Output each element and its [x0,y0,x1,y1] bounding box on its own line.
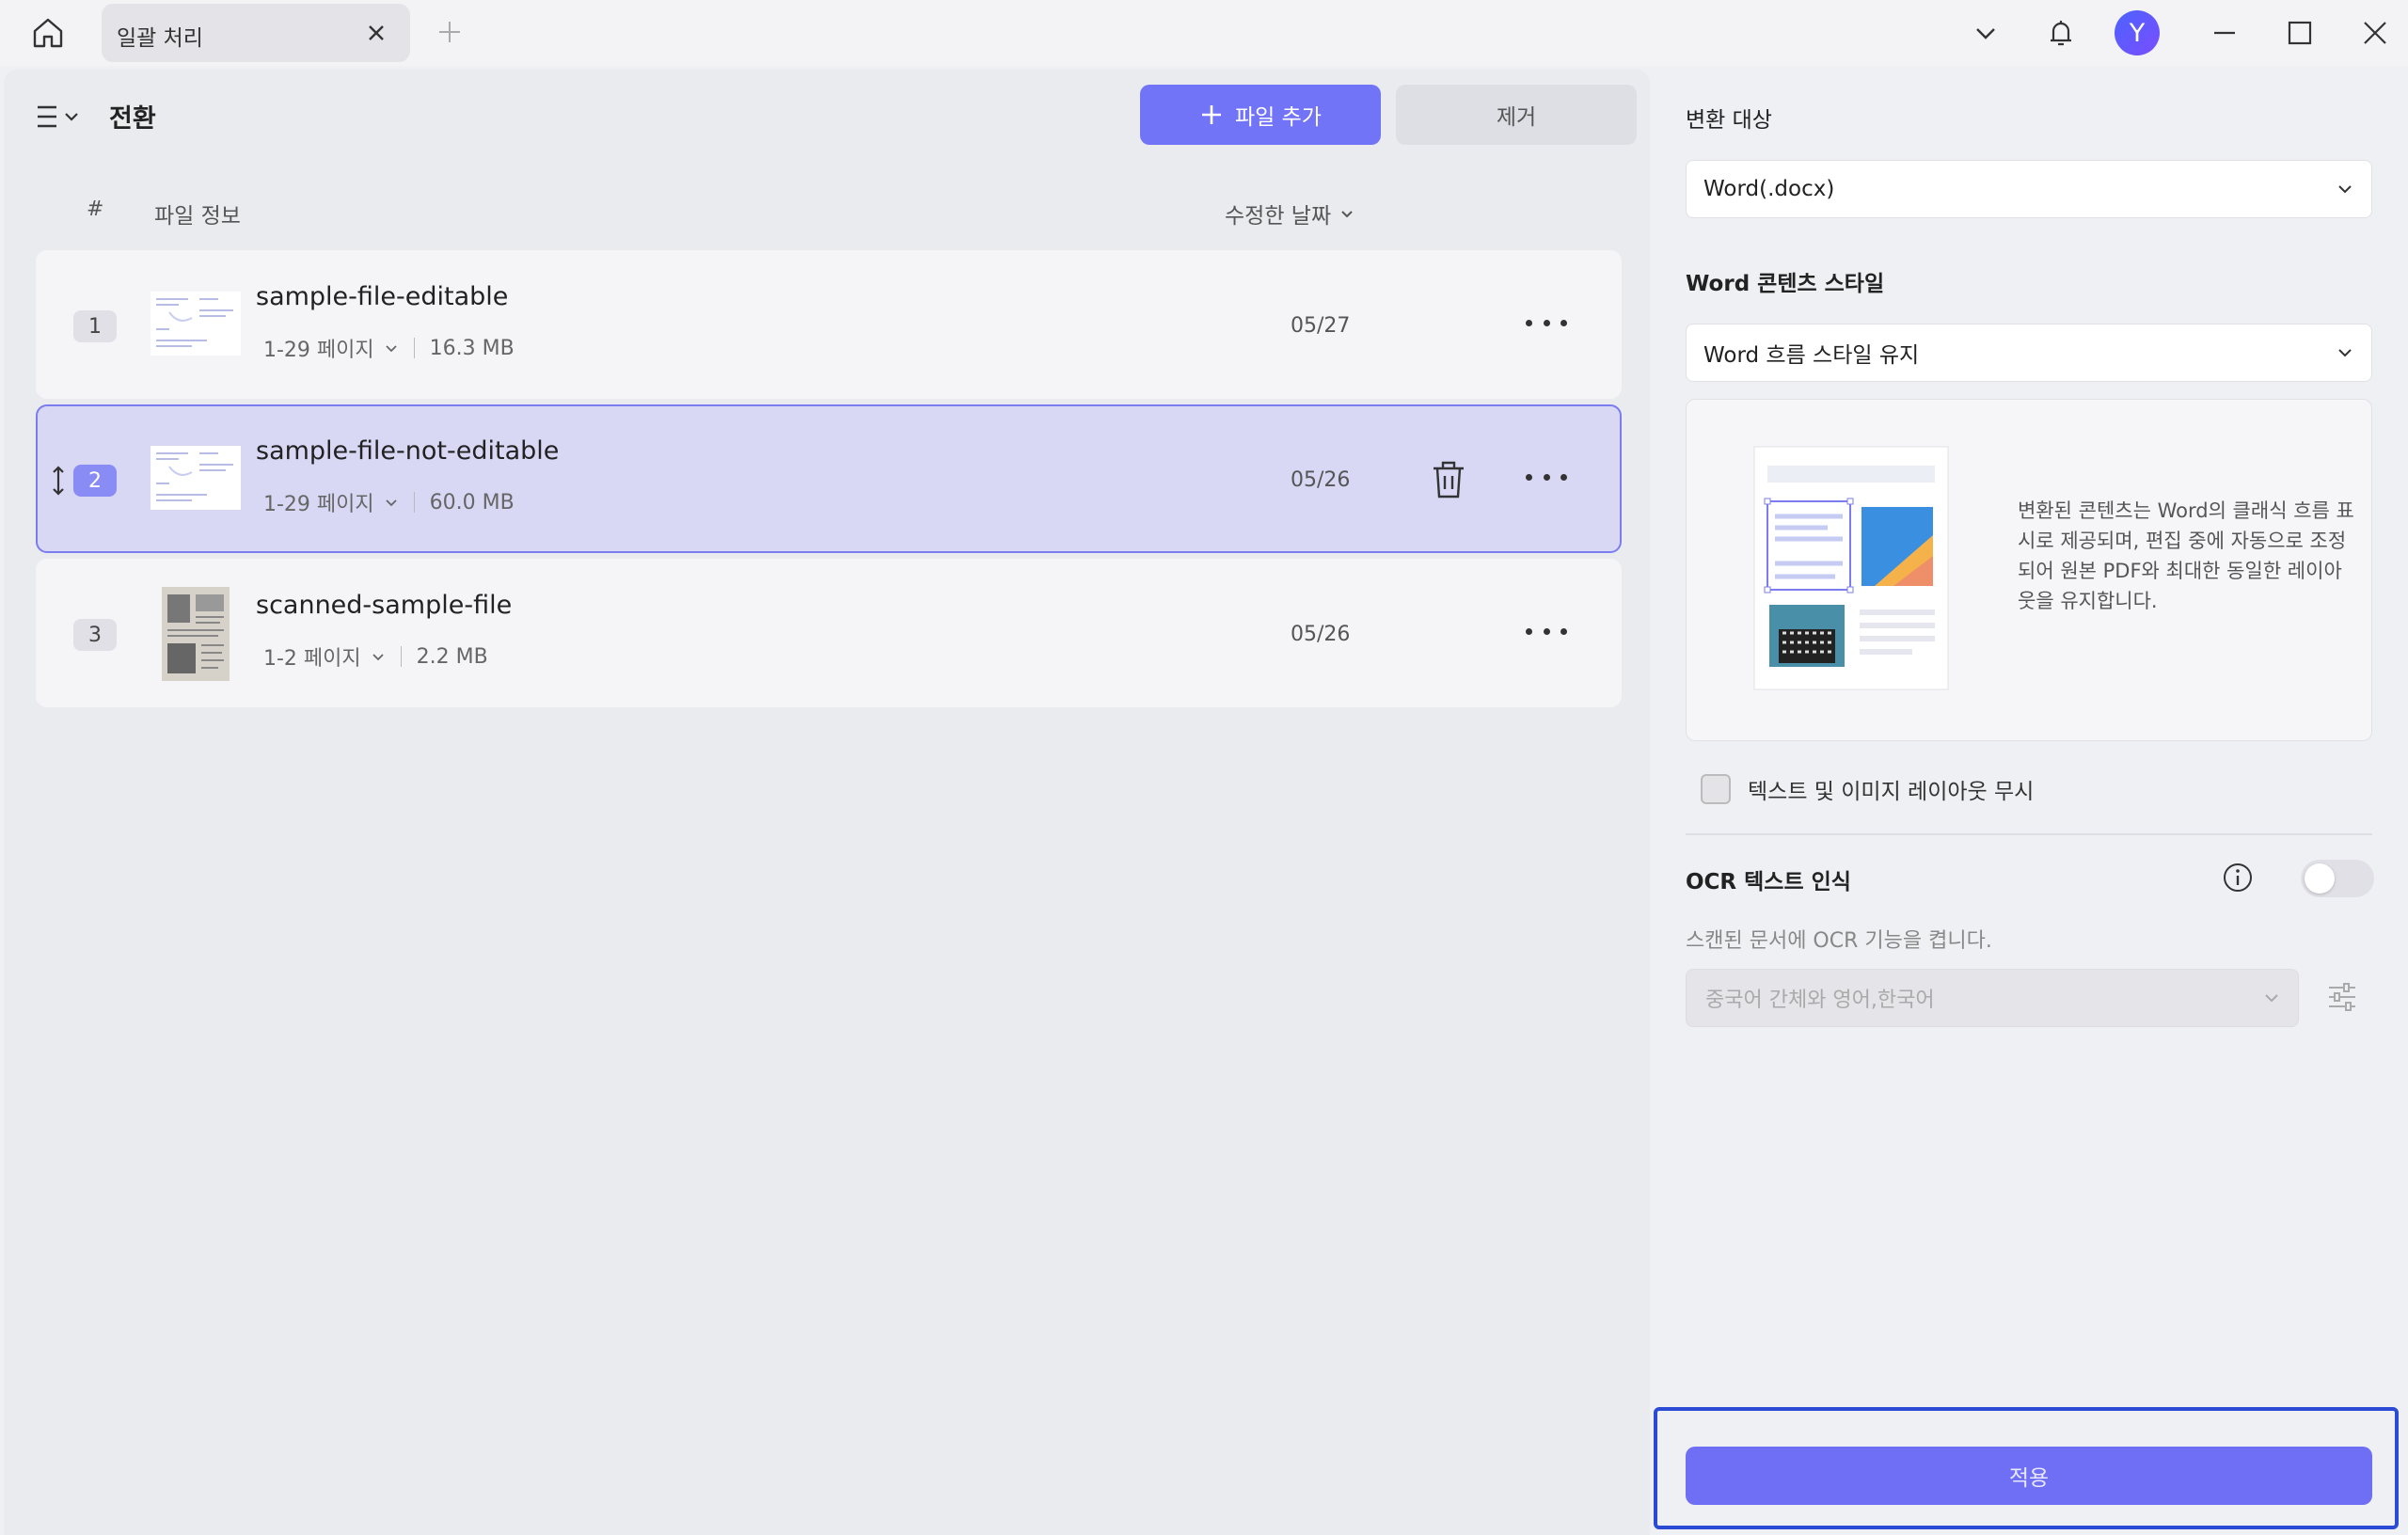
column-number: # [87,198,104,221]
document-preview-illustration [1753,446,1949,690]
title-bar: 일괄 처리 Y [0,0,2408,66]
target-format-select[interactable]: Word(.docx) [1686,160,2372,218]
home-icon[interactable] [24,9,71,56]
column-file-info: 파일 정보 [154,204,241,229]
ignore-layout-option[interactable]: 텍스트 및 이미지 레이아웃 무시 [1701,773,2034,805]
ocr-settings-icon[interactable] [2323,978,2361,1016]
chevron-down-icon [2338,185,2352,194]
chevron-down-icon [1341,211,1353,218]
word-style-value: Word 흐름 스타일 유지 [1703,343,1920,368]
apply-button[interactable]: 적용 [1686,1447,2372,1505]
file-name: sample-file-not-editable [256,436,560,466]
file-list-panel: 전환 파일 추가 제거 # 파일 정보 수정한 날짜 1 sample-file… [4,70,1650,1535]
style-preview: 변환된 콘텐츠는 Word의 클래식 흐름 표시로 제공되며, 편집 중에 자동… [1686,399,2372,741]
word-style-label: Word 콘텐츠 스타일 [1686,272,1885,296]
file-size: 60.0 MB [429,490,515,514]
ocr-description: 스캔된 문서에 OCR 기능을 켭니다. [1686,929,1992,953]
trash-icon[interactable] [1428,457,1469,502]
file-thumbnail [150,292,241,356]
separator [413,338,415,358]
ocr-language-value: 중국어 간체와 영어,한국어 [1705,989,1935,1012]
column-modified-date[interactable]: 수정한 날짜 [1225,198,1355,229]
close-icon[interactable] [363,20,389,46]
tab-label: 일괄 처리 [117,26,203,51]
ignore-layout-checkbox[interactable] [1701,774,1731,804]
info-icon[interactable] [2222,862,2254,894]
divider [1686,833,2372,835]
chevron-down-icon[interactable] [371,649,386,664]
menu-toggle[interactable] [34,98,87,135]
ignore-layout-label: 텍스트 및 이미지 레이아웃 무시 [1748,780,2035,804]
file-size: 2.2 MB [416,644,488,669]
settings-panel: 변환 대상 Word(.docx) Word 콘텐츠 스타일 Word 흐름 스… [1654,70,2404,1535]
chevron-down-icon [2265,994,2278,1003]
toggle-knob [2305,863,2335,894]
tab-batch[interactable]: 일괄 처리 [102,4,410,62]
file-date: 05/26 [1291,468,1351,492]
page-range[interactable]: 1-29 페이지 [263,333,374,363]
file-size: 16.3 MB [429,336,515,360]
chevron-down-icon [2338,349,2352,357]
more-options-icon[interactable] [1526,463,1567,491]
remove-button[interactable]: 제거 [1396,85,1637,145]
file-row[interactable]: 3 scanned-sample-file 1-2 페이지 2.2 MB 05/… [36,559,1622,707]
file-meta: 1-29 페이지 16.3 MB [263,333,515,363]
maximize-icon[interactable] [2280,13,2320,53]
target-format-label: 변환 대상 [1686,108,1772,133]
file-row[interactable]: 1 sample-file-editable 1-29 페이지 16.3 MB … [36,250,1622,399]
file-meta: 1-2 페이지 2.2 MB [263,641,488,672]
add-file-button[interactable]: 파일 추가 [1140,85,1381,145]
separator [413,492,415,513]
ocr-toggle[interactable] [2301,860,2374,897]
chevron-down-icon[interactable] [384,495,399,510]
separator [400,646,402,667]
chevron-down-icon[interactable] [384,340,399,356]
column-modified-date-label: 수정한 날짜 [1225,204,1332,229]
file-date: 05/26 [1291,623,1351,646]
avatar[interactable]: Y [2115,10,2160,55]
chevron-down-icon[interactable] [1966,13,2005,53]
bell-icon[interactable] [2041,13,2081,53]
file-date: 05/27 [1291,314,1351,338]
row-number: 2 [73,465,117,497]
add-file-label: 파일 추가 [1235,105,1322,130]
file-thumbnail [150,446,241,510]
row-number: 3 [73,619,117,651]
page-range[interactable]: 1-2 페이지 [263,641,361,672]
more-options-icon[interactable] [1526,309,1567,337]
file-thumbnail-scanned [162,587,230,681]
ocr-label: OCR 텍스트 인식 [1686,870,1851,894]
drag-handle-icon[interactable] [49,465,68,497]
page-range[interactable]: 1-29 페이지 [263,487,374,517]
menu-icon [38,105,78,128]
plus-icon [1202,105,1222,124]
target-format-value: Word(.docx) [1703,177,1835,201]
style-description: 변환된 콘텐츠는 Word의 클래식 흐름 표시로 제공되며, 편집 중에 자동… [2018,499,2354,612]
file-meta: 1-29 페이지 60.0 MB [263,487,515,517]
file-name: sample-file-editable [256,282,509,311]
window-close-icon[interactable] [2355,13,2395,53]
ocr-language-select[interactable]: 중국어 간체와 영어,한국어 [1686,969,2299,1027]
file-row-selected[interactable]: 2 sample-file-not-editable 1-29 페이지 60.0… [36,404,1622,553]
word-style-select[interactable]: Word 흐름 스타일 유지 [1686,324,2372,382]
panel-title: 전환 [109,104,156,134]
more-options-icon[interactable] [1526,617,1567,645]
file-name: scanned-sample-file [256,591,513,620]
add-tab-icon[interactable] [435,17,465,47]
row-number: 1 [73,310,117,342]
minimize-icon[interactable] [2205,13,2244,53]
